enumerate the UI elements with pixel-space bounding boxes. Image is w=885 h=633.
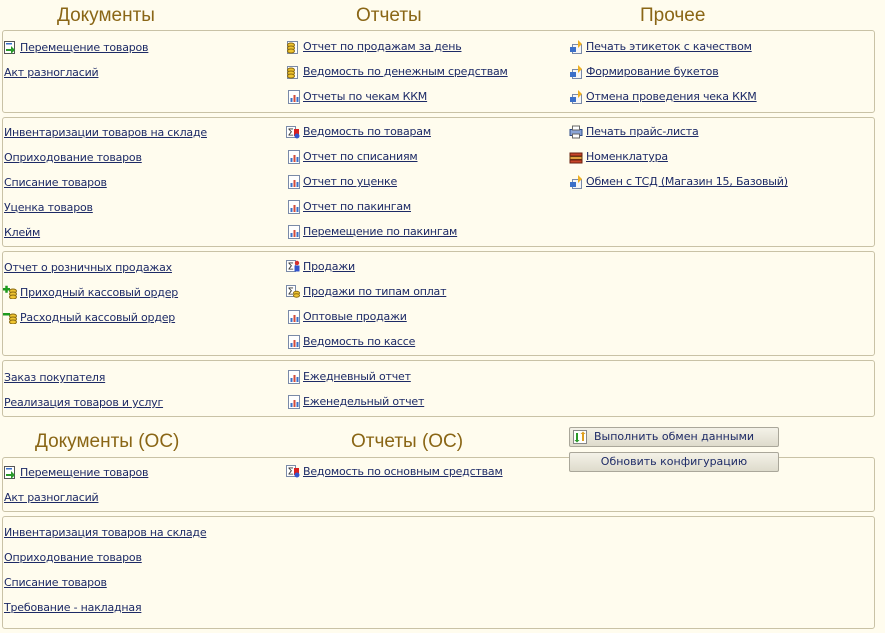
print-stamp-icon	[569, 90, 583, 104]
print-stamp-icon	[569, 175, 583, 189]
link-os-goods-writeoff[interactable]: Списание товаров	[4, 576, 107, 589]
link-writeoffs-report[interactable]: Отчет по списаниям	[303, 150, 418, 163]
sigma-coins-icon	[286, 285, 300, 298]
link-print-price-list[interactable]: Печать прайс-листа	[586, 125, 699, 138]
coins-report-icon	[287, 66, 298, 79]
chart-report-icon	[288, 200, 300, 214]
link-os-move-goods[interactable]: Перемещение товаров	[20, 466, 149, 479]
link-cash-register-statement[interactable]: Ведомость по кассе	[303, 335, 415, 348]
chart-report-icon	[288, 90, 300, 104]
move-goods-icon	[4, 41, 16, 54]
link-tsd-exchange[interactable]: Обмен с ТСД (Магазин 15, Базовый)	[586, 175, 788, 188]
link-sales[interactable]: Продажи	[303, 260, 355, 273]
link-customer-order[interactable]: Заказ покупателя	[4, 371, 105, 384]
sigma-person-icon	[286, 260, 300, 273]
link-cash-expense-order[interactable]: Расходный кассовый ордер	[20, 311, 175, 324]
link-inventory-warehouse[interactable]: Инвентаризации товаров на складе	[4, 126, 207, 139]
header-other: Прочее	[640, 5, 706, 26]
link-goods-markdown[interactable]: Уценка товаров	[4, 201, 93, 214]
sigma-report-icon	[286, 126, 300, 139]
link-retail-sales-report[interactable]: Отчет о розничных продажах	[4, 261, 172, 274]
move-goods-icon	[4, 466, 16, 479]
books-icon	[569, 152, 583, 164]
link-goods-statement[interactable]: Ведомость по товарам	[303, 125, 431, 138]
link-cash-receipt-order[interactable]: Приходный кассовый ордер	[20, 286, 178, 299]
update-config-button[interactable]: Обновить конфигурацию	[569, 452, 779, 472]
chart-report-icon	[288, 310, 300, 324]
link-goods-services-sale[interactable]: Реализация товаров и услуг	[4, 396, 163, 409]
chart-report-icon	[288, 395, 300, 409]
chart-report-icon	[288, 335, 300, 349]
link-cash-statement[interactable]: Ведомость по денежным средствам	[303, 65, 508, 78]
link-daily-sales-report[interactable]: Отчет по продажам за день	[303, 40, 462, 53]
printer-icon	[569, 125, 583, 139]
header-reports: Отчеты	[356, 5, 422, 26]
print-stamp-icon	[569, 40, 583, 54]
link-cancel-kkm-receipt[interactable]: Отмена проведения чека ККМ	[586, 90, 757, 103]
run-exchange-button[interactable]: Выполнить обмен данными	[569, 427, 779, 447]
minus-coins-icon	[3, 312, 17, 324]
link-kkm-receipts-reports[interactable]: Отчеты по чекам ККМ	[303, 90, 427, 103]
link-daily-report[interactable]: Ежедневный отчет	[303, 370, 411, 383]
sigma-report-icon	[286, 465, 300, 478]
chart-report-icon	[288, 225, 300, 239]
chart-report-icon	[288, 150, 300, 164]
link-markdown-report[interactable]: Отчет по уценке	[303, 175, 397, 188]
link-print-quality-labels[interactable]: Печать этикеток с качеством	[586, 40, 752, 53]
plus-coins-icon	[3, 285, 17, 299]
link-goods-writeoff[interactable]: Списание товаров	[4, 176, 107, 189]
chart-report-icon	[288, 175, 300, 189]
link-nomenclature[interactable]: Номенклатура	[586, 150, 668, 163]
link-os-inventory-warehouse[interactable]: Инвентаризация товаров на складе	[4, 526, 207, 539]
header-reports-os: Отчеты (ОС)	[351, 431, 464, 452]
link-move-goods[interactable]: Перемещение товаров	[20, 41, 149, 54]
link-discrepancy-act[interactable]: Акт разногласий	[4, 66, 99, 79]
link-weekly-report[interactable]: Еженедельный отчет	[303, 395, 424, 408]
link-goods-posting[interactable]: Оприходование товаров	[4, 151, 142, 164]
link-fixed-assets-statement[interactable]: Ведомость по основным средствам	[303, 465, 503, 478]
coins-report-icon	[287, 41, 298, 54]
update-config-label: Обновить конфигурацию	[600, 455, 748, 468]
link-os-goods-posting[interactable]: Оприходование товаров	[4, 551, 142, 564]
header-documents: Документы	[57, 5, 155, 26]
link-sales-by-payment[interactable]: Продажи по типам оплат	[303, 285, 446, 298]
link-packing-transfer[interactable]: Перемещение по пакингам	[303, 225, 457, 238]
link-os-discrepancy-act[interactable]: Акт разногласий	[4, 491, 99, 504]
run-exchange-label: Выполнить обмен данными	[593, 430, 755, 443]
chart-report-icon	[288, 370, 300, 384]
link-packing-report[interactable]: Отчет по пакингам	[303, 200, 411, 213]
print-stamp-icon	[569, 65, 583, 79]
link-os-requisition-invoice[interactable]: Требование - накладная	[4, 601, 142, 614]
header-documents-os: Документы (ОС)	[35, 431, 180, 452]
exchange-icon	[573, 430, 587, 444]
link-brand[interactable]: Клейм	[4, 226, 40, 239]
link-bouquet-forming[interactable]: Формирование букетов	[586, 65, 719, 78]
link-wholesale-sales[interactable]: Оптовые продажи	[303, 310, 407, 323]
